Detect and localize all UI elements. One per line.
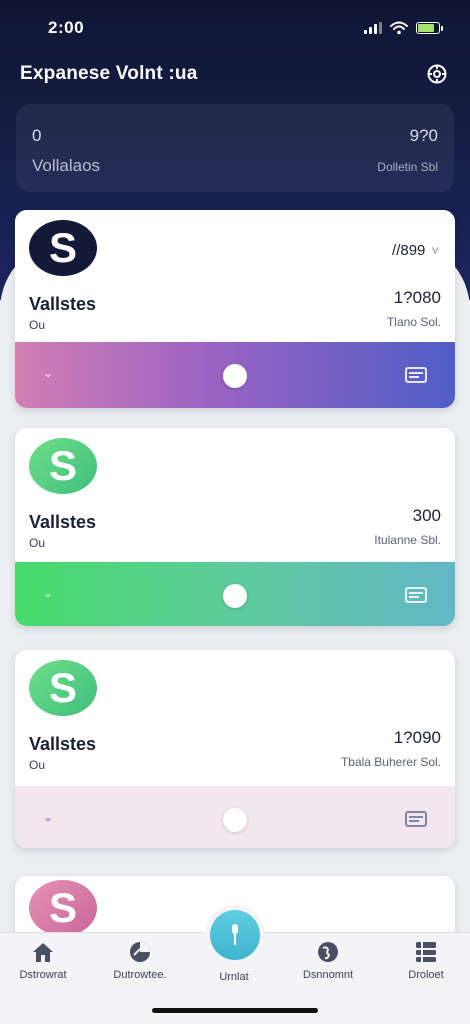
wallet-card-body: S Vallstes Ou 300 Itulanne Sbl. (15, 428, 455, 562)
signal-icon (364, 22, 382, 34)
chart-icon (127, 939, 153, 965)
nav-label: Dutrowtee. (113, 969, 167, 981)
wallet-caption: Tlano Sol. (386, 315, 441, 329)
nav-item-list[interactable]: Droloet (386, 933, 466, 993)
wallet-amount: 1?090 (393, 728, 441, 747)
title-row: Expanese Volnt :ua (20, 58, 450, 90)
settings-gear-icon (427, 64, 447, 84)
home-icon (30, 939, 56, 965)
nav-item-stats[interactable]: Dutrowtee. (100, 933, 180, 993)
page-title: Expanese Volnt :ua (20, 63, 198, 84)
wallet-card[interactable]: S Vallstes Ou 1?090 Tbala Buherer Sol. ⌄ (15, 650, 455, 848)
nav-label: Urnlat (219, 971, 249, 983)
status-icons (364, 21, 443, 35)
wallet-caption: Itulanne Sbl. (374, 533, 441, 547)
wallet-card-bar: ⌄ (15, 342, 455, 408)
status-time: 2:00 (48, 18, 85, 37)
wallet-avatar: S (29, 438, 97, 494)
battery-level (418, 24, 434, 32)
wifi-icon (390, 21, 408, 35)
wallet-sub: Ou (29, 536, 46, 550)
summary-label: Vollalaos (32, 156, 101, 175)
expand-chevron-icon[interactable]: ⌄ (43, 366, 53, 380)
wallet-name: Vallstes (29, 734, 97, 754)
wallet-name: Vallstes (29, 294, 97, 314)
nav-label: Dsnnomnt (302, 969, 354, 981)
chevron-down-icon: ˅ (431, 243, 439, 258)
wallet-amount: 1?080 (393, 288, 441, 307)
summary-card[interactable]: 0 9?0 Vollalaos Dolletin Sbl (16, 104, 454, 192)
wallet-card-body: S //899 ˅ Vallstes Ou 1?080 Tlano Sol. (15, 210, 455, 342)
wallet-amount: 300 (412, 506, 441, 525)
battery-icon (416, 22, 443, 34)
credit-card-icon[interactable] (405, 367, 427, 383)
wallet-card-body: S Vallstes Ou 1?090 Tbala Buherer Sol. (15, 650, 455, 786)
wallet-card-bar: ⌄ (15, 786, 455, 848)
wallet-chip[interactable]: //899 ˅ (392, 242, 439, 259)
wallet-card[interactable]: S //899 ˅ Vallstes Ou 1?080 Tlano Sol. ⌄ (15, 210, 455, 408)
summary-count: 0 (32, 126, 42, 145)
wallet-caption: Tbala Buherer Sol. (340, 755, 441, 769)
wallet-name: Vallstes (29, 512, 97, 532)
settings-button[interactable] (424, 61, 450, 87)
nav-label: Dstrowrat (19, 969, 67, 981)
nav-item-explore[interactable]: Dsnnomnt (288, 933, 368, 993)
wallet-avatar: S (29, 880, 97, 936)
summary-sub-label: Dolletin Sbl (377, 160, 438, 174)
wallet-toggle-dot[interactable] (223, 584, 247, 608)
wallet-sub: Ou (29, 318, 46, 332)
globe-icon (315, 939, 341, 965)
wallet-toggle-dot[interactable] (223, 364, 247, 388)
wallet-card-bar: ⌄ (15, 562, 455, 626)
wallet-toggle-dot[interactable] (223, 808, 247, 832)
wallet-card[interactable]: S Vallstes Ou 300 Itulanne Sbl. ⌄ (15, 428, 455, 626)
summary-bottom-row: Vollalaos Dolletin Sbl (32, 156, 438, 176)
nav-item-home[interactable]: Dstrowrat (3, 933, 83, 993)
expand-chevron-icon[interactable]: ⌄ (43, 586, 53, 600)
credit-card-icon[interactable] (405, 587, 427, 603)
status-bar: 2:00 (0, 0, 470, 56)
summary-amount: 9?0 (409, 126, 438, 145)
wallet-chip-label: //899 (392, 242, 426, 259)
nav-label: Droloet (408, 969, 444, 981)
credit-card-icon[interactable] (405, 811, 427, 827)
wallet-avatar: S (29, 660, 97, 716)
microphone-icon (232, 924, 238, 946)
wallet-sub: Ou (29, 758, 46, 772)
list-icon (413, 939, 439, 965)
wallet-avatar: S (29, 220, 97, 276)
record-button[interactable] (210, 910, 260, 960)
home-indicator (152, 1008, 318, 1013)
summary-top-row: 0 9?0 (32, 126, 438, 146)
expand-chevron-icon[interactable]: ⌄ (43, 810, 53, 824)
